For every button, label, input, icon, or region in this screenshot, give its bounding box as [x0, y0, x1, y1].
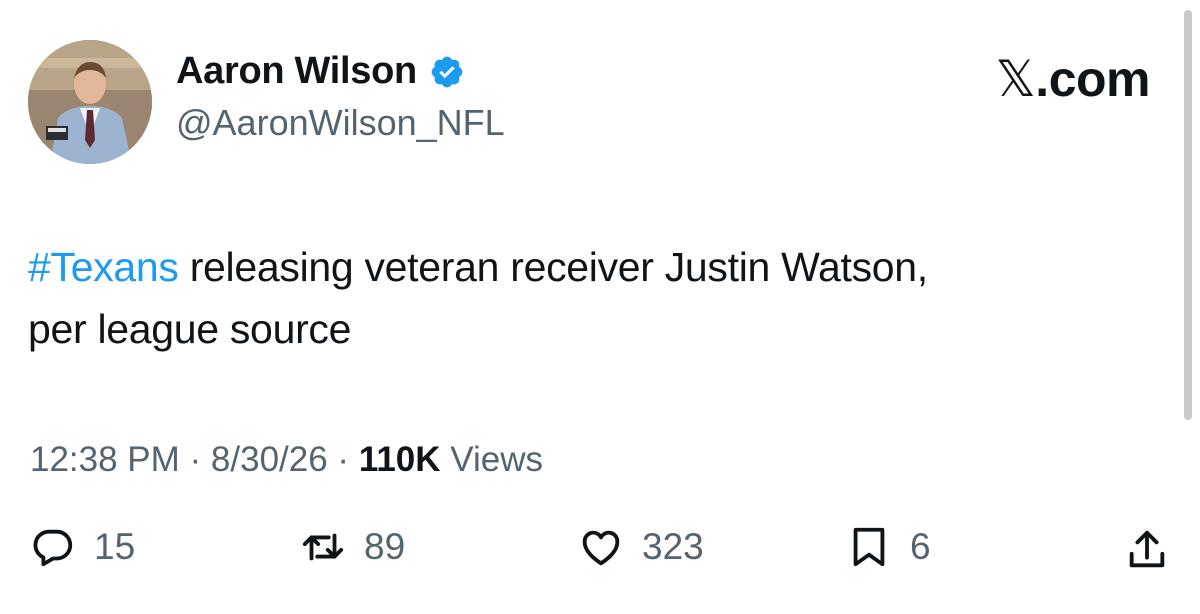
bookmark-button[interactable]: 6 [846, 524, 931, 570]
x-logo-icon: 𝕏 [995, 50, 1036, 108]
reply-button[interactable]: 15 [30, 524, 135, 570]
views-label: Views [440, 440, 544, 479]
tweet-time[interactable]: 12:38 PM [30, 440, 180, 479]
tweet-text-line2: per league source [28, 306, 352, 352]
scrollbar[interactable] [1184, 10, 1192, 420]
profile-photo [28, 40, 152, 164]
reply-icon [33, 529, 73, 567]
avatar[interactable] [28, 40, 152, 164]
tweet-meta: 12:38 PM · 8/30/26 · 110K Views [30, 440, 543, 480]
like-count: 323 [642, 526, 704, 567]
repost-count: 89 [364, 526, 406, 567]
hashtag-link[interactable]: #Texans [28, 244, 179, 290]
tweet-text: #Texans releasing veteran receiver Justi… [28, 236, 1148, 360]
author-name-row: Aaron Wilson [176, 50, 465, 93]
meta-separator: · [179, 440, 211, 479]
tweet-text-line1: releasing veteran receiver Justin Watson… [178, 244, 929, 290]
tweet-date[interactable]: 8/30/26 [211, 440, 328, 479]
brand-suffix: .com [1035, 51, 1150, 107]
share-icon [1129, 530, 1165, 568]
author-name[interactable]: Aaron Wilson [176, 50, 417, 93]
repost-icon [302, 533, 344, 561]
x-brand-logo: 𝕏.com [996, 50, 1151, 108]
author-handle[interactable]: @AaronWilson_NFL [176, 102, 505, 144]
bookmark-count: 6 [910, 526, 931, 567]
action-bar: 15 89 323 6 [0, 524, 1200, 594]
meta-separator: · [327, 440, 359, 479]
repost-button[interactable]: 89 [300, 524, 405, 570]
bookmark-icon [853, 527, 885, 567]
like-button[interactable]: 323 [578, 524, 704, 570]
views-count: 110K [358, 440, 441, 479]
verified-badge-icon [431, 56, 463, 87]
share-button[interactable] [1124, 527, 1170, 578]
reply-count: 15 [94, 526, 136, 567]
heart-icon [582, 530, 620, 566]
